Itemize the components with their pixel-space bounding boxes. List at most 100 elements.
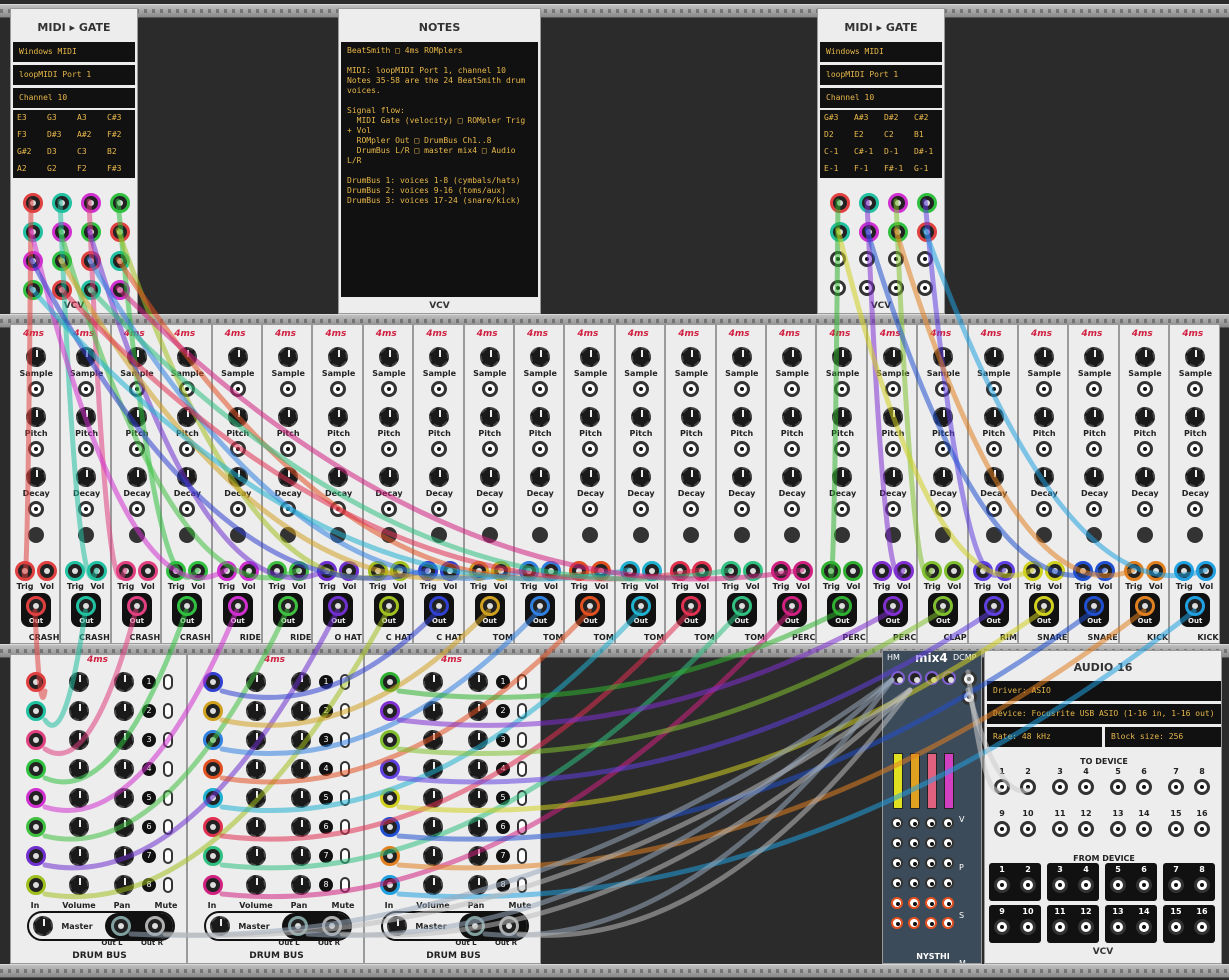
master-knob[interactable]: [387, 916, 407, 936]
decay-cv-jack[interactable]: [481, 501, 498, 517]
mix4-input-jack[interactable]: [942, 671, 956, 685]
vol-jack[interactable]: [692, 561, 713, 581]
gate-output-jack[interactable]: [917, 222, 937, 242]
pitch-cv-jack[interactable]: [280, 441, 296, 457]
trigger-button[interactable]: [1086, 527, 1103, 543]
rompler-module[interactable]: 4ms Sample Pitch Decay Trig Vol Out KICK: [1118, 324, 1170, 644]
rompler-module[interactable]: 4ms Sample Pitch Decay Trig Vol Out CRASH: [161, 324, 212, 644]
volume-knob[interactable]: [423, 730, 443, 750]
audio-port-jack[interactable]: [1168, 877, 1184, 893]
pan-knob[interactable]: [468, 846, 488, 866]
audio-port-jack[interactable]: [1078, 877, 1094, 893]
pitch-knob[interactable]: [933, 407, 954, 427]
mix4-cv-jack[interactable]: [891, 817, 903, 829]
sample-knob[interactable]: [1034, 347, 1054, 367]
pitch-knob[interactable]: [177, 407, 198, 427]
gate-output-jack[interactable]: [81, 222, 101, 242]
sample-cv-jack[interactable]: [380, 381, 397, 397]
pan-knob[interactable]: [114, 846, 134, 866]
trig-jack[interactable]: [972, 561, 993, 581]
volume-knob[interactable]: [69, 817, 89, 837]
mix4-cv-jack[interactable]: [925, 837, 937, 849]
sample-cv-jack[interactable]: [28, 381, 44, 397]
out-jack[interactable]: [782, 596, 802, 616]
pitch-cv-jack[interactable]: [1086, 441, 1103, 457]
decay-knob[interactable]: [681, 467, 702, 487]
out-jack[interactable]: [933, 596, 954, 616]
midi-driver-select[interactable]: Windows MIDI: [13, 42, 135, 62]
mix4-cv-jack[interactable]: [942, 817, 954, 829]
pitch-knob[interactable]: [681, 407, 702, 427]
volume-knob[interactable]: [423, 759, 443, 779]
level-fader[interactable]: [893, 753, 903, 809]
rompler-module[interactable]: 4ms Sample Pitch Decay Trig Vol Out SNARE: [1018, 324, 1069, 644]
channel-input-jack[interactable]: [203, 701, 223, 721]
volume-knob[interactable]: [246, 730, 266, 750]
pitch-cv-jack[interactable]: [733, 441, 750, 457]
trigger-button[interactable]: [481, 527, 498, 543]
vol-jack[interactable]: [742, 561, 763, 581]
mix4-cv-jack[interactable]: [908, 917, 920, 929]
master-knob[interactable]: [210, 916, 230, 936]
sample-cv-jack[interactable]: [532, 381, 548, 397]
trigger-button[interactable]: [330, 527, 347, 543]
audio-device-select[interactable]: Device: Focusrite USB ASIO (1-16 in, 1-1…: [987, 704, 1221, 724]
vol-jack[interactable]: [137, 561, 158, 581]
pitch-cv-jack[interactable]: [985, 441, 1002, 457]
mix4-cv-jack[interactable]: [908, 857, 920, 869]
channel-input-jack[interactable]: [203, 846, 223, 866]
trig-jack[interactable]: [1073, 561, 1094, 581]
level-fader[interactable]: [944, 753, 954, 809]
vol-jack[interactable]: [944, 561, 965, 581]
channel-input-jack[interactable]: [380, 672, 400, 692]
sample-knob[interactable]: [227, 347, 248, 367]
trig-jack[interactable]: [166, 561, 187, 581]
sample-cv-jack[interactable]: [1187, 381, 1204, 397]
trigger-button[interactable]: [431, 527, 448, 543]
decay-knob[interactable]: [76, 467, 97, 487]
decay-knob[interactable]: [1084, 467, 1105, 487]
decay-knob[interactable]: [378, 467, 399, 487]
trigger-button[interactable]: [179, 527, 196, 543]
mute-button[interactable]: [340, 848, 350, 864]
mute-button[interactable]: [163, 761, 173, 777]
channel-input-jack[interactable]: [380, 759, 400, 779]
gate-output-jack[interactable]: [888, 222, 908, 242]
out-jack[interactable]: [832, 596, 853, 616]
out-jack[interactable]: [530, 596, 550, 616]
out-jack[interactable]: [731, 596, 752, 616]
decay-knob[interactable]: [227, 467, 248, 487]
patch-cable[interactable]: [482, 677, 895, 938]
gate-output-jack[interactable]: [888, 251, 904, 267]
pitch-cv-jack[interactable]: [784, 441, 800, 457]
out-jack[interactable]: [1134, 596, 1155, 616]
decay-cv-jack[interactable]: [1086, 501, 1103, 517]
pitch-cv-jack[interactable]: [532, 441, 548, 457]
pitch-knob[interactable]: [126, 407, 147, 427]
notes-textarea[interactable]: BeatSmith □ 4ms ROMplers MIDI: loopMIDI P…: [341, 42, 538, 297]
trigger-button[interactable]: [632, 527, 649, 543]
rompler-module[interactable]: 4ms Sample Pitch Decay Trig Vol Out CLAP: [917, 324, 968, 644]
out-jack[interactable]: [882, 596, 903, 616]
gate-output-jack[interactable]: [917, 251, 933, 267]
out-jack[interactable]: [1084, 596, 1105, 616]
rompler-module[interactable]: 4ms Sample Pitch Decay Trig Vol Out RIM: [967, 324, 1018, 644]
channel-input-jack[interactable]: [26, 672, 46, 692]
decay-knob[interactable]: [530, 467, 550, 487]
sample-knob[interactable]: [328, 347, 349, 367]
decay-cv-jack[interactable]: [431, 501, 448, 517]
vol-jack[interactable]: [339, 561, 360, 581]
sample-cv-jack[interactable]: [784, 381, 800, 397]
audio-port-jack[interactable]: [1136, 919, 1152, 935]
channel-input-jack[interactable]: [380, 846, 400, 866]
gate-output-jack[interactable]: [52, 222, 72, 242]
decay-cv-jack[interactable]: [28, 501, 44, 517]
mute-button[interactable]: [340, 674, 350, 690]
decay-cv-jack[interactable]: [1136, 501, 1153, 517]
pitch-cv-jack[interactable]: [1187, 441, 1204, 457]
mute-button[interactable]: [517, 819, 527, 835]
gate-output-jack[interactable]: [110, 251, 130, 271]
mix4-cv-jack[interactable]: [891, 837, 903, 849]
sample-knob[interactable]: [177, 347, 198, 367]
audio-port-jack[interactable]: [1052, 919, 1068, 935]
